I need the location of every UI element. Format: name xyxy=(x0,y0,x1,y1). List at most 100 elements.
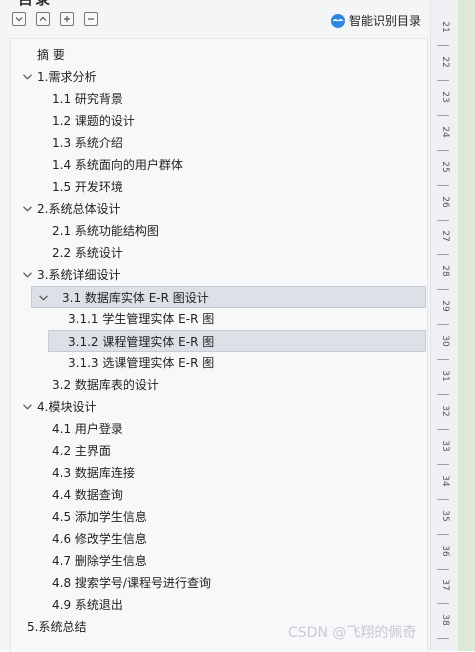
toc-item-label: 1.4 系统面向的用户群体 xyxy=(52,158,183,172)
ruler-tick xyxy=(437,289,449,291)
toc-item[interactable]: 3.1.1 学生管理实体 E-R 图 xyxy=(11,308,427,330)
ruler-number: 27 xyxy=(440,230,450,243)
toc-item[interactable]: 4.6 修改学生信息 xyxy=(11,528,427,550)
ruler-number: 38 xyxy=(440,614,450,627)
toc-item-label: 1.需求分析 xyxy=(37,70,97,84)
toc-item-label: 4.1 用户登录 xyxy=(52,422,123,436)
toc-item-label: 4.9 系统退出 xyxy=(52,598,123,612)
toc-item[interactable]: 3.1.2 课程管理实体 E-R 图 xyxy=(48,330,426,352)
toc-item-label: 2.1 系统功能结构图 xyxy=(52,224,159,238)
toc-item-label: 2.2 系统设计 xyxy=(52,246,123,260)
smart-recognize-icon xyxy=(331,13,345,28)
ruler-number: 21 xyxy=(440,21,450,33)
remove-heading-button[interactable] xyxy=(84,12,98,26)
ruler-tick xyxy=(437,359,449,361)
ruler-number: 25 xyxy=(440,160,450,173)
ruler-number: 35 xyxy=(440,509,450,522)
page-ruler: 21 22 23 24 25 26 27 28 29 30 31 32 33 34 35 36 37 38 xyxy=(430,0,459,651)
toc-item[interactable]: 4.1 用户登录 xyxy=(11,418,427,440)
toc-item-label: 1.3 系统介绍 xyxy=(52,136,123,150)
chevron-down-icon[interactable] xyxy=(22,396,32,418)
toc-item-label: 1.1 研究背景 xyxy=(52,92,123,106)
watermark: CSDN @飞翔的佩奇 xyxy=(288,625,417,641)
toc-item[interactable]: 1.3 系统介绍 xyxy=(11,132,427,154)
ruler-tick xyxy=(437,45,449,46)
ruler-number: 34 xyxy=(440,474,450,487)
toc-tree: 摘 要 1.需求分析 1.1 研究背景 1.2 课题的设计 1.3 系统介绍 1.4 系统… xyxy=(10,38,428,652)
smart-recognize-label: 智能识别目录 xyxy=(349,14,422,28)
toc-item-label: 摘 要 xyxy=(37,48,65,62)
ruler-number: 33 xyxy=(440,440,450,452)
ruler-tick xyxy=(437,638,449,640)
ruler-tick xyxy=(437,533,449,535)
collapse-all-button[interactable] xyxy=(12,12,26,26)
ruler-tick xyxy=(437,184,449,186)
ruler-number: 28 xyxy=(440,265,450,278)
toc-item[interactable]: 3.1.3 选课管理实体 E-R 图 xyxy=(11,352,427,374)
toc-item[interactable]: 2.系统总体设计 xyxy=(11,198,427,220)
toc-item-label: 4.6 修改学生信息 xyxy=(52,532,147,546)
toc-item-label: 3.系统详细设计 xyxy=(37,268,121,282)
toc-item-label: 4.模块设计 xyxy=(37,400,97,414)
ruler-number: 31 xyxy=(440,370,450,382)
toc-item-label: 5.系统总结 xyxy=(27,620,87,634)
ruler-number: 22 xyxy=(440,56,450,68)
toc-item[interactable]: 摘 要 xyxy=(11,44,427,66)
toc-item[interactable]: 1.需求分析 xyxy=(11,66,427,88)
toc-toolbar xyxy=(12,12,98,28)
toc-item[interactable]: 3.2 数据库表的设计 xyxy=(11,374,427,396)
toc-item[interactable]: 1.1 研究背景 xyxy=(11,88,427,110)
toc-item[interactable]: 4.3 数据库连接 xyxy=(11,462,427,484)
toc-item-label: 4.8 搜索学号/课程号进行查询 xyxy=(52,576,211,590)
toc-item[interactable]: 4.5 添加学生信息 xyxy=(11,506,427,528)
toc-item-label: 1.2 课题的设计 xyxy=(52,114,135,128)
document-edge-strip xyxy=(458,0,475,651)
expand-all-button[interactable] xyxy=(36,12,50,26)
ruler-tick xyxy=(437,394,449,395)
ruler-tick xyxy=(437,603,449,605)
ruler-tick xyxy=(437,498,449,500)
minus-icon xyxy=(88,18,94,20)
add-heading-button[interactable] xyxy=(60,12,74,26)
ruler-number: 36 xyxy=(440,544,450,557)
panel-title: 目录 xyxy=(18,0,52,9)
toc-item[interactable]: 4.9 系统退出 xyxy=(11,594,427,616)
toc-item[interactable]: 2.1 系统功能结构图 xyxy=(11,220,427,242)
ruler-number: 23 xyxy=(440,91,450,103)
toc-item-label: 3.1.1 学生管理实体 E-R 图 xyxy=(68,312,215,326)
ruler-number: 29 xyxy=(440,300,450,312)
toc-item[interactable]: 4.模块设计 xyxy=(11,396,427,418)
toc-item[interactable]: 4.2 主界面 xyxy=(11,440,427,462)
toc-item-label: 1.5 开发环境 xyxy=(52,180,123,194)
toc-item-label: 3.1 数据库实体 E-R 图设计 xyxy=(62,291,209,305)
ruler-tick xyxy=(437,114,449,116)
chevron-down-icon[interactable] xyxy=(22,66,32,88)
ruler-tick xyxy=(437,324,449,326)
toc-item-label: 3.1.2 课程管理实体 E-R 图 xyxy=(68,335,215,349)
ruler-tick xyxy=(437,219,449,221)
ruler-number: 24 xyxy=(440,125,450,138)
toc-item-label: 4.7 删除学生信息 xyxy=(52,554,147,568)
toc-item-label: 4.5 添加学生信息 xyxy=(52,510,147,524)
toc-item[interactable]: 1.2 课题的设计 xyxy=(11,110,427,132)
chevron-up-icon xyxy=(39,16,47,21)
chevron-down-icon[interactable] xyxy=(22,198,32,220)
toc-item[interactable]: 4.8 搜索学号/课程号进行查询 xyxy=(11,572,427,594)
toc-item[interactable]: 3.系统详细设计 xyxy=(11,264,427,286)
chevron-down-icon[interactable] xyxy=(38,287,48,309)
chevron-down-icon xyxy=(15,17,23,22)
ruler-tick xyxy=(437,254,449,256)
toc-item[interactable]: 2.2 系统设计 xyxy=(11,242,427,264)
toc-item[interactable]: 4.7 删除学生信息 xyxy=(11,550,427,572)
toc-item-label: 4.3 数据库连接 xyxy=(52,466,135,480)
toc-item[interactable]: 1.5 开发环境 xyxy=(11,176,427,198)
smart-recognize-button[interactable]: 智能识别目录 xyxy=(331,12,421,29)
ruler-number: 32 xyxy=(440,405,450,417)
chevron-down-icon[interactable] xyxy=(22,264,32,286)
toc-item[interactable]: 3.1 数据库实体 E-R 图设计 xyxy=(31,286,426,308)
ruler-tick xyxy=(437,568,449,570)
plus-icon xyxy=(64,16,70,22)
toc-item[interactable]: 1.4 系统面向的用户群体 xyxy=(11,154,427,176)
toc-item[interactable]: 4.4 数据查询 xyxy=(11,484,427,506)
ruler-number: 26 xyxy=(440,195,450,208)
